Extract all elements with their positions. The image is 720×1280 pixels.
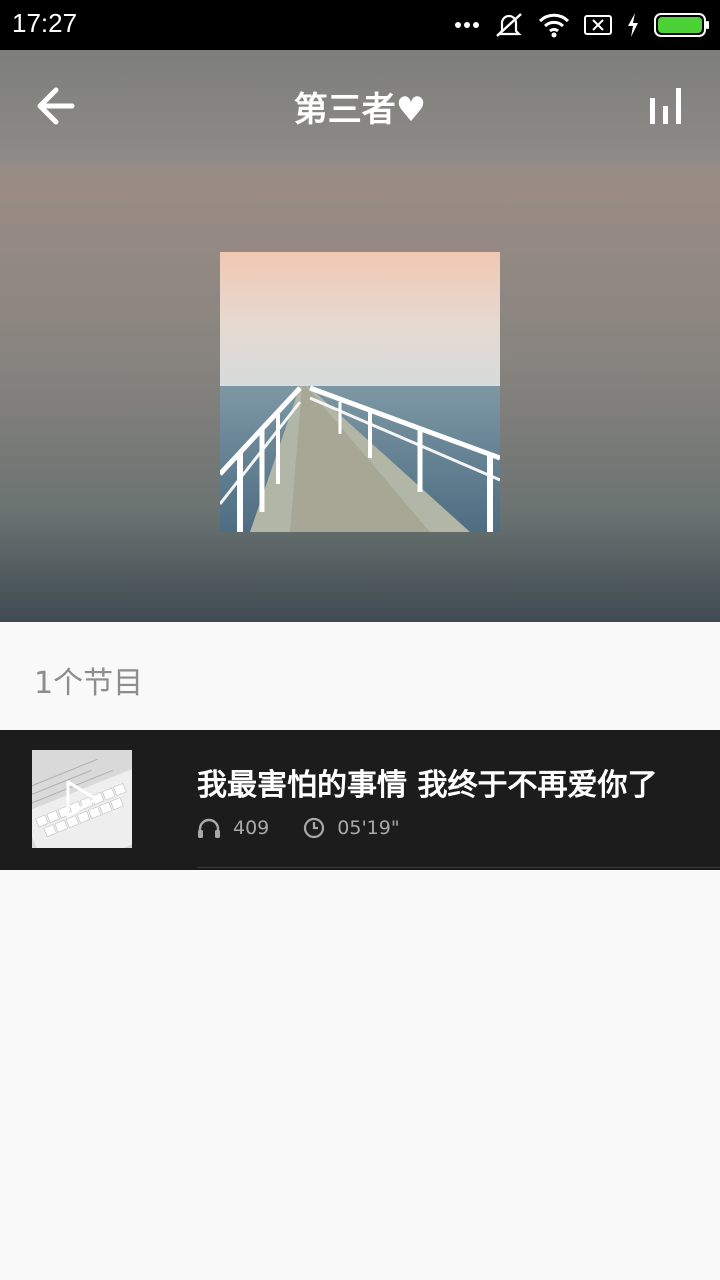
status-icons (454, 10, 710, 40)
pier-image (220, 252, 500, 532)
keyboard-image (32, 750, 132, 848)
program-thumbnail[interactable] (32, 750, 132, 848)
now-playing-button[interactable] (646, 86, 686, 126)
equalizer-icon (650, 88, 681, 124)
program-count-row: 1个节目 (0, 622, 720, 730)
program-meta: 409 05'19" (197, 816, 400, 840)
status-time: 17:27 (12, 8, 78, 38)
mute-icon (494, 11, 524, 39)
play-count: 409 (233, 817, 270, 839)
wifi-icon (538, 12, 570, 38)
app-bar: 第三者♥ (0, 50, 720, 162)
duration: 05'19" (337, 817, 400, 839)
album-header: 第三者♥ (0, 50, 720, 622)
status-bar: 17:27 (0, 0, 720, 50)
program-title: 我最害怕的事情 我终于不再爱你了 (197, 768, 658, 803)
clock-icon (303, 817, 325, 839)
more-dots-icon (454, 21, 480, 29)
divider (197, 867, 720, 868)
program-count-label: 1个节目 (34, 666, 144, 701)
page-title: 第三者♥ (293, 90, 427, 130)
sim-none-icon (584, 14, 612, 36)
headphones-icon (197, 817, 221, 839)
list-item[interactable]: 我最害怕的事情 我终于不再爱你了 409 05'19" (0, 730, 720, 870)
charging-icon (626, 13, 640, 37)
album-cover (220, 252, 500, 532)
battery-icon (654, 12, 710, 38)
